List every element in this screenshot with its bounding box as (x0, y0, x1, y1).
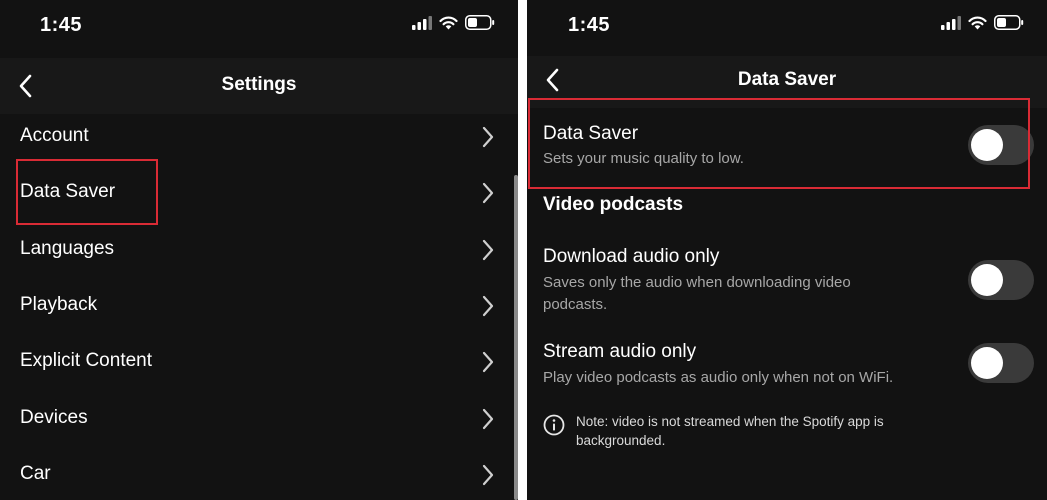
data-saver-screen: 1:45 Data Saver Data Saver Sets your mus… (527, 0, 1047, 500)
settings-item-car[interactable]: Car (0, 451, 518, 499)
section-title-video-podcasts: Video podcasts (543, 194, 684, 215)
chevron-right-icon (482, 126, 494, 148)
battery-icon (465, 15, 495, 30)
page-title: Data Saver (737, 69, 837, 90)
chevron-right-icon (482, 239, 494, 261)
wifi-icon (439, 16, 458, 29)
status-icons (941, 15, 1024, 30)
signal-icon (412, 15, 432, 30)
settings-item-label: Account (20, 125, 89, 146)
note-text: Note: video is not streamed when the Spo… (576, 414, 884, 448)
download-audio-only-title: Download audio only (543, 246, 720, 267)
settings-item-playback[interactable]: Playback (0, 282, 518, 330)
status-icons (412, 15, 495, 30)
settings-item-label: Languages (20, 238, 115, 259)
battery-icon (994, 15, 1024, 30)
settings-item-label: Playback (20, 294, 98, 315)
settings-item-devices[interactable]: Devices (0, 395, 518, 443)
wifi-icon (968, 16, 987, 29)
settings-item-languages[interactable]: Languages (0, 226, 518, 274)
status-time: 1:45 (40, 14, 83, 36)
download-audio-only-description: Saves only the audio when downloading vi… (543, 274, 851, 313)
stream-audio-only-title: Stream audio only (543, 341, 697, 362)
chevron-right-icon (482, 464, 494, 486)
toggle-knob (971, 347, 1003, 379)
settings-screen: 1:45 Settings Account Data Saver Languag… (0, 0, 518, 500)
signal-icon (941, 15, 961, 30)
nav-header: Settings (0, 58, 518, 114)
status-time: 1:45 (568, 14, 611, 36)
chevron-right-icon (482, 182, 494, 204)
toggle-knob (971, 264, 1003, 296)
settings-item-explicit-content[interactable]: Explicit Content (0, 338, 518, 386)
chevron-right-icon (482, 295, 494, 317)
settings-item-label: Explicit Content (20, 350, 153, 371)
settings-item-label: Devices (20, 407, 88, 428)
stream-audio-only-description: Play video podcasts as audio only when n… (543, 369, 894, 386)
chevron-right-icon (482, 351, 494, 373)
highlight-box (16, 159, 158, 225)
settings-item-label: Car (20, 463, 51, 484)
page-title: Settings (221, 74, 297, 95)
stream-audio-only-toggle[interactable] (968, 343, 1034, 383)
highlight-box (528, 98, 1030, 189)
scrollbar[interactable] (514, 175, 518, 500)
download-audio-only-toggle[interactable] (968, 260, 1034, 300)
chevron-right-icon (482, 408, 494, 430)
info-icon (543, 414, 565, 436)
settings-item-account[interactable]: Account (0, 113, 518, 161)
